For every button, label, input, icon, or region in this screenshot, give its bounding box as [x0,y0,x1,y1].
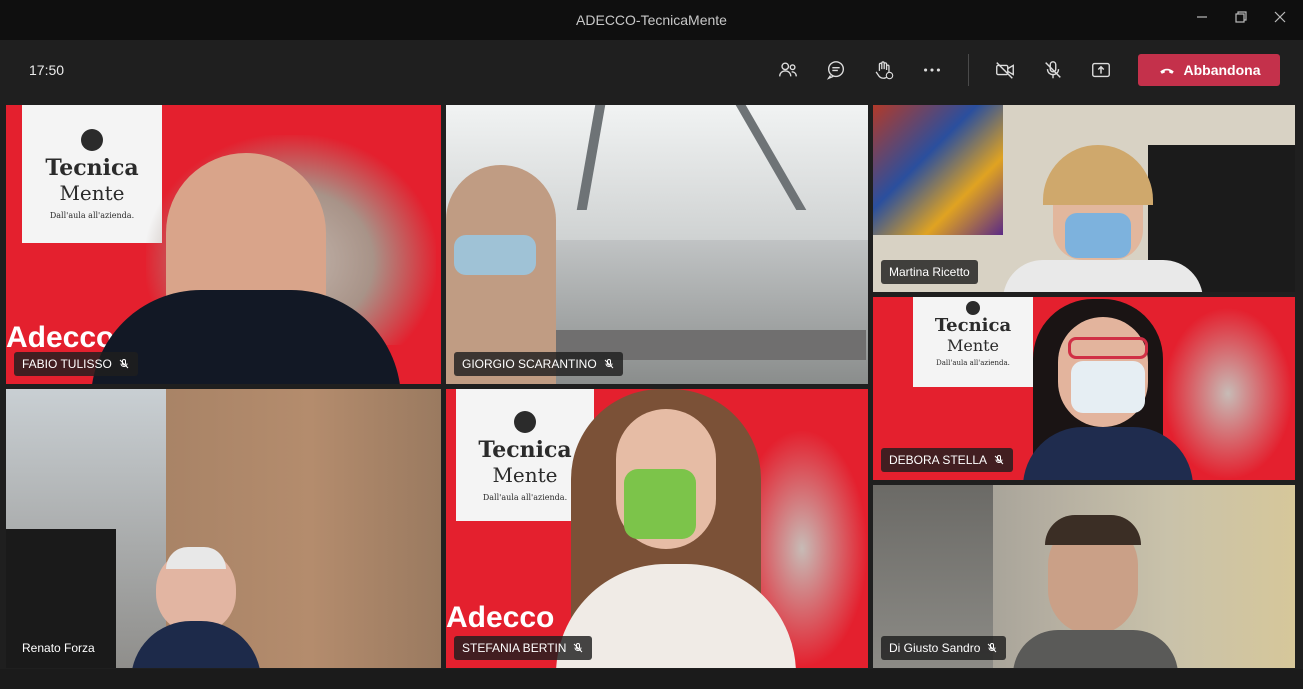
window-titlebar: ADECCO-TecnicaMente [0,0,1303,40]
muted-mic-icon [119,359,129,369]
video-tile-stefania-bertin[interactable]: Tecnica Mente Dall'aula all'azienda. Ade… [446,389,868,668]
camera-toggle-button[interactable] [992,57,1018,83]
participant-name: Di Giusto Sandro [889,641,981,655]
camera-off-icon [996,62,1014,79]
participant-nametag: DEBORA STELLA [881,448,1014,472]
wall-painting [873,105,1003,235]
participant-name: STEFANIA BERTIN [462,641,567,655]
participants-button[interactable] [775,57,801,83]
logo-line1: Tecnica [934,315,1012,336]
participant-nametag: FABIO TULISSO [14,352,138,376]
leave-button-label: Abbandona [1183,62,1261,78]
participant-shirt [1003,260,1203,292]
participant-nametag: GIORGIO SCARANTINO [454,352,623,376]
face-mask [1065,213,1131,258]
video-tile-giorgio-scarantino[interactable]: GIORGIO SCARANTINO [446,105,868,384]
meeting-toolbar: 17:50 Abbandona [0,40,1303,98]
participant-nametag: STEFANIA BERTIN [454,636,593,660]
people-icon [779,62,797,77]
muted-mic-icon [988,643,997,653]
participant-nametag: Di Giusto Sandro [881,636,1007,660]
participant-name: Renato Forza [22,641,95,655]
face-mask [454,235,536,275]
participant-hair [1045,515,1141,545]
chat-button[interactable] [823,57,849,83]
video-tile-debora-stella[interactable]: Tecnica Mente Dall'aula all'azienda. DEB… [873,297,1295,480]
more-options-button[interactable] [919,57,945,83]
participant-hair [166,547,226,569]
participant-hair [1043,145,1153,205]
logo-tagline: Dall'aula all'azienda. [49,211,135,220]
video-tile-fabio-tulisso[interactable]: Tecnica Mente Dall'aula all'azienda. Ade… [6,105,441,384]
share-screen-icon [1092,62,1110,78]
share-screen-button[interactable] [1088,57,1114,83]
muted-mic-icon [994,455,1004,465]
glasses [1068,337,1148,359]
logo-line2: Mente [946,336,1000,355]
participant-name: Martina Ricetto [889,265,970,279]
logo-line1: Tecnica [45,155,139,181]
participant-shirt [1013,630,1178,668]
leave-button[interactable]: Abbandona [1138,54,1280,86]
gear-icon [81,129,103,151]
tecnicamente-logo: Tecnica Mente Dall'aula all'azienda. [22,105,162,243]
video-tile-martina-ricetto[interactable]: Martina Ricetto [873,105,1295,292]
more-icon [924,68,940,72]
video-tile-renato-forza[interactable]: Renato Forza [6,389,441,668]
logo-line2: Mente [59,181,125,205]
close-icon[interactable] [1270,10,1290,30]
tecnicamente-logo: Tecnica Mente Dall'aula all'azienda. [913,297,1033,387]
gear-icon [514,411,536,433]
participant-name: GIORGIO SCARANTINO [462,357,597,371]
adecco-logo: Adecco [446,601,555,634]
logo-tagline: Dall'aula all'azienda. [936,359,1010,367]
bottom-bar [0,669,1303,689]
participant-name: DEBORA STELLA [889,453,988,467]
muted-mic-icon [604,359,614,369]
muted-mic-icon [574,643,583,653]
participant-nametag: Renato Forza [14,636,103,660]
adecco-logo: Adecco [6,321,115,354]
hang-up-icon [1159,68,1174,74]
face-mask [1071,361,1145,413]
participant-name: FABIO TULISSO [22,357,112,371]
gear-icon [966,301,980,315]
face-mask [624,469,696,539]
minimize-icon[interactable] [1192,10,1212,30]
video-tile-di-giusto-sandro[interactable]: Di Giusto Sandro [873,485,1295,668]
window-title: ADECCO-TecnicaMente [576,12,727,28]
meeting-timer: 17:50 [29,62,65,78]
reactions-button[interactable] [871,57,897,83]
mic-off-icon [1045,61,1061,79]
raise-hand-icon [875,61,894,80]
mic-toggle-button[interactable] [1040,57,1066,83]
restore-icon[interactable] [1231,10,1251,30]
toolbar-divider [968,54,969,86]
chat-icon [826,61,845,80]
participant-nametag: Martina Ricetto [881,260,978,284]
